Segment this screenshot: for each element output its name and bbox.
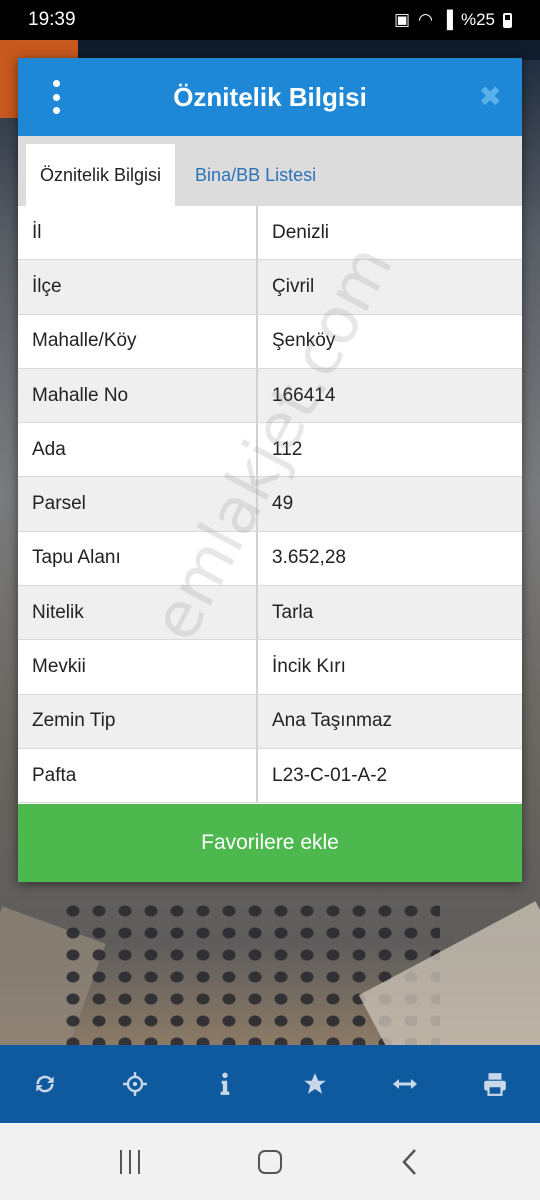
more-menu-icon[interactable] bbox=[44, 80, 68, 114]
lock-icon: ▣ bbox=[394, 10, 411, 29]
back-icon bbox=[402, 1148, 416, 1175]
dialog-header: Öznitelik Bilgisi ✖ bbox=[18, 58, 522, 136]
table-row: İl Denizli bbox=[18, 206, 522, 261]
home-button[interactable] bbox=[245, 1142, 295, 1182]
attribute-value: Şenköy bbox=[272, 330, 336, 352]
tab-building-list[interactable]: Bina/BB Listesi bbox=[175, 144, 330, 206]
table-row: Pafta L23-C-01-A-2 bbox=[18, 748, 522, 804]
home-icon bbox=[258, 1149, 282, 1174]
print-icon[interactable] bbox=[473, 1062, 517, 1106]
close-icon[interactable]: ✖ bbox=[479, 80, 502, 114]
locate-icon[interactable] bbox=[113, 1062, 157, 1106]
recent-apps-button[interactable] bbox=[105, 1142, 155, 1182]
measure-icon[interactable] bbox=[383, 1062, 427, 1106]
attribute-value: L23-C-01-A-2 bbox=[272, 764, 388, 786]
system-nav-bar bbox=[0, 1123, 540, 1200]
recent-apps-icon bbox=[120, 1149, 140, 1174]
attribute-table: İl Denizli İlçe Çivril Mahalle/Köy Şenkö… bbox=[18, 206, 522, 804]
dialog-title: Öznitelik Bilgisi bbox=[173, 81, 367, 112]
map-dark-region bbox=[78, 40, 540, 60]
attribute-key: İlçe bbox=[18, 260, 258, 314]
status-bar: 19:39 ▣ ◠ ▐ %25 bbox=[0, 0, 540, 40]
attribute-key: Mahalle/Köy bbox=[18, 314, 258, 368]
wifi-icon: ◠ bbox=[418, 10, 433, 29]
attribute-value: 166414 bbox=[272, 384, 336, 406]
attribute-key: Mevkii bbox=[18, 640, 258, 694]
signal-icon: ▐ bbox=[440, 10, 453, 29]
table-row: Zemin Tip Ana Taşınmaz bbox=[18, 694, 522, 749]
status-time: 19:39 bbox=[28, 9, 76, 30]
add-favorite-button[interactable]: Favorilere ekle bbox=[18, 804, 522, 882]
table-row: Mahalle/Köy Şenköy bbox=[18, 314, 522, 369]
attribute-dialog: Öznitelik Bilgisi ✖ Öznitelik Bilgisi Bi… bbox=[18, 58, 522, 882]
star-icon[interactable] bbox=[293, 1062, 337, 1106]
table-row: İlçe Çivril bbox=[18, 260, 522, 315]
battery-text: %25 bbox=[460, 10, 495, 29]
table-row: Mahalle No 166414 bbox=[18, 368, 522, 424]
attribute-key: İl bbox=[18, 206, 258, 260]
attribute-value: Çivril bbox=[272, 275, 315, 297]
attribute-value: Denizli bbox=[272, 221, 330, 243]
attribute-value: 3.652,28 bbox=[272, 547, 346, 569]
attribute-key: Nitelik bbox=[18, 586, 258, 640]
bottom-toolbar bbox=[0, 1045, 540, 1123]
refresh-icon[interactable] bbox=[23, 1062, 67, 1106]
attribute-key: Mahalle No bbox=[18, 368, 258, 423]
tab-attribute-info[interactable]: Öznitelik Bilgisi bbox=[26, 144, 176, 206]
table-row: Ada 112 bbox=[18, 423, 522, 478]
attribute-key: Pafta bbox=[18, 748, 258, 803]
tab-bar: Öznitelik Bilgisi Bina/BB Listesi bbox=[18, 136, 522, 206]
attribute-key: Ada bbox=[18, 423, 258, 477]
back-button[interactable] bbox=[385, 1142, 435, 1182]
table-row: Parsel 49 bbox=[18, 477, 522, 532]
attribute-value: İncik Kırı bbox=[272, 656, 346, 678]
attribute-value: 49 bbox=[272, 493, 294, 515]
attribute-key: Parsel bbox=[18, 477, 258, 531]
battery-icon bbox=[503, 12, 512, 28]
attribute-value: Tarla bbox=[272, 601, 314, 623]
attribute-key: Zemin Tip bbox=[18, 694, 258, 748]
attribute-key: Tapu Alanı bbox=[18, 531, 258, 586]
status-icons: ▣ ◠ ▐ %25 bbox=[394, 10, 512, 30]
table-row: Mevkii İncik Kırı bbox=[18, 640, 522, 695]
table-row: Nitelik Tarla bbox=[18, 586, 522, 641]
table-row: Tapu Alanı 3.652,28 bbox=[18, 531, 522, 587]
info-icon[interactable] bbox=[203, 1062, 247, 1106]
attribute-value: Ana Taşınmaz bbox=[272, 710, 393, 732]
attribute-value: 112 bbox=[272, 438, 303, 460]
